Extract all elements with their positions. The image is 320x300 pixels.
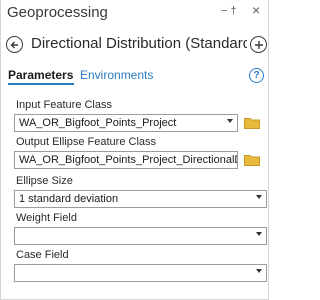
back-arrow-icon (10, 41, 18, 48)
folder-icon[interactable] (244, 117, 260, 129)
output-ellipse-value: WA_OR_Bigfoot_Points_Project_Directional… (19, 154, 238, 166)
back-button[interactable] (6, 36, 23, 53)
folder-icon[interactable] (244, 154, 260, 166)
output-ellipse-field[interactable]: WA_OR_Bigfoot_Points_Project_Directional… (14, 151, 238, 169)
chevron-down-icon[interactable] (256, 195, 262, 199)
add-button[interactable] (250, 36, 267, 53)
chevron-down-icon[interactable] (256, 269, 262, 273)
tab-parameters[interactable]: Parameters (8, 68, 73, 82)
weight-field-select[interactable] (14, 227, 267, 245)
case-field-label: Case Field (16, 249, 69, 261)
tool-header: Directional Distribution (Standard… (1, 30, 269, 58)
weight-field-label: Weight Field (16, 212, 77, 224)
tab-environments[interactable]: Environments (80, 68, 153, 82)
ellipse-size-label: Ellipse Size (16, 175, 73, 187)
output-ellipse-label: Output Ellipse Feature Class (16, 136, 157, 148)
ellipse-size-select[interactable]: 1 standard deviation (14, 190, 267, 208)
input-feature-class-field[interactable]: WA_OR_Bigfoot_Points_Project (14, 114, 238, 132)
input-feature-class-value: WA_OR_Bigfoot_Points_Project (19, 117, 177, 129)
pin-icon[interactable]: − † (221, 5, 237, 17)
pane-title: Geoprocessing (7, 4, 108, 21)
case-field-select[interactable] (14, 264, 267, 282)
help-icon[interactable]: ? (249, 68, 264, 83)
chevron-down-icon[interactable] (227, 119, 233, 123)
pane-titlebar: Geoprocessing − † × (1, 0, 269, 28)
input-feature-class-label: Input Feature Class (16, 99, 112, 111)
tab-bar: Parameters Environments ? (1, 66, 269, 86)
active-tab-indicator (8, 83, 74, 85)
plus-icon (254, 40, 263, 49)
chevron-down-icon[interactable] (256, 232, 262, 236)
ellipse-size-value: 1 standard deviation (19, 193, 119, 205)
geoprocessing-pane: Geoprocessing − † × Directional Distribu… (0, 0, 269, 300)
close-icon[interactable]: × (252, 2, 260, 18)
tool-title: Directional Distribution (Standard… (31, 35, 247, 52)
